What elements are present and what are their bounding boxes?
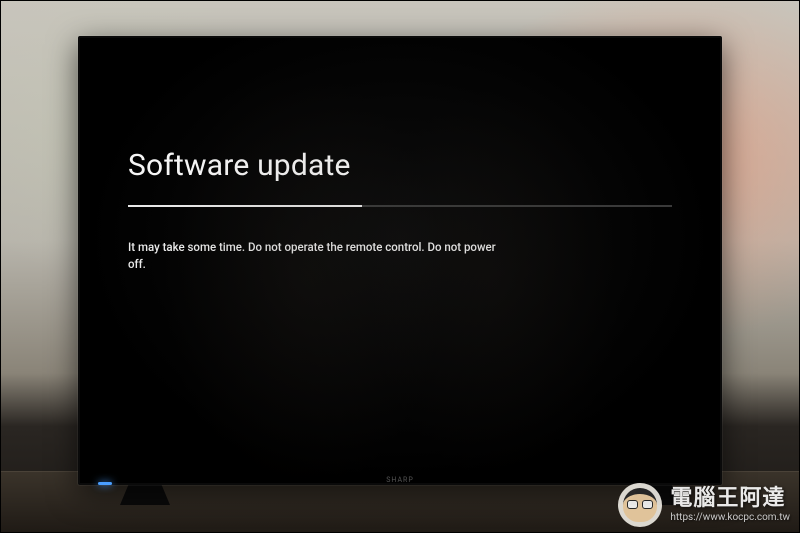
progress-fill bbox=[128, 205, 362, 207]
tv-brand-label: SHARP bbox=[386, 476, 414, 484]
watermark: 電腦王阿達 https://www.kocpc.com.tw bbox=[618, 483, 790, 527]
watermark-url: https://www.kocpc.com.tw bbox=[670, 512, 790, 523]
update-message: It may take some time. Do not operate th… bbox=[128, 239, 508, 274]
tv-screen: Software update It may take some time. D… bbox=[80, 38, 720, 483]
watermark-avatar-icon bbox=[618, 483, 662, 527]
tv-power-led-icon bbox=[98, 482, 112, 485]
update-title: Software update bbox=[128, 148, 672, 183]
progress-bar bbox=[128, 205, 672, 207]
watermark-title: 電腦王阿達 bbox=[670, 487, 790, 511]
watermark-text: 電腦王阿達 https://www.kocpc.com.tw bbox=[670, 487, 790, 522]
tv-bezel: Software update It may take some time. D… bbox=[78, 36, 722, 485]
